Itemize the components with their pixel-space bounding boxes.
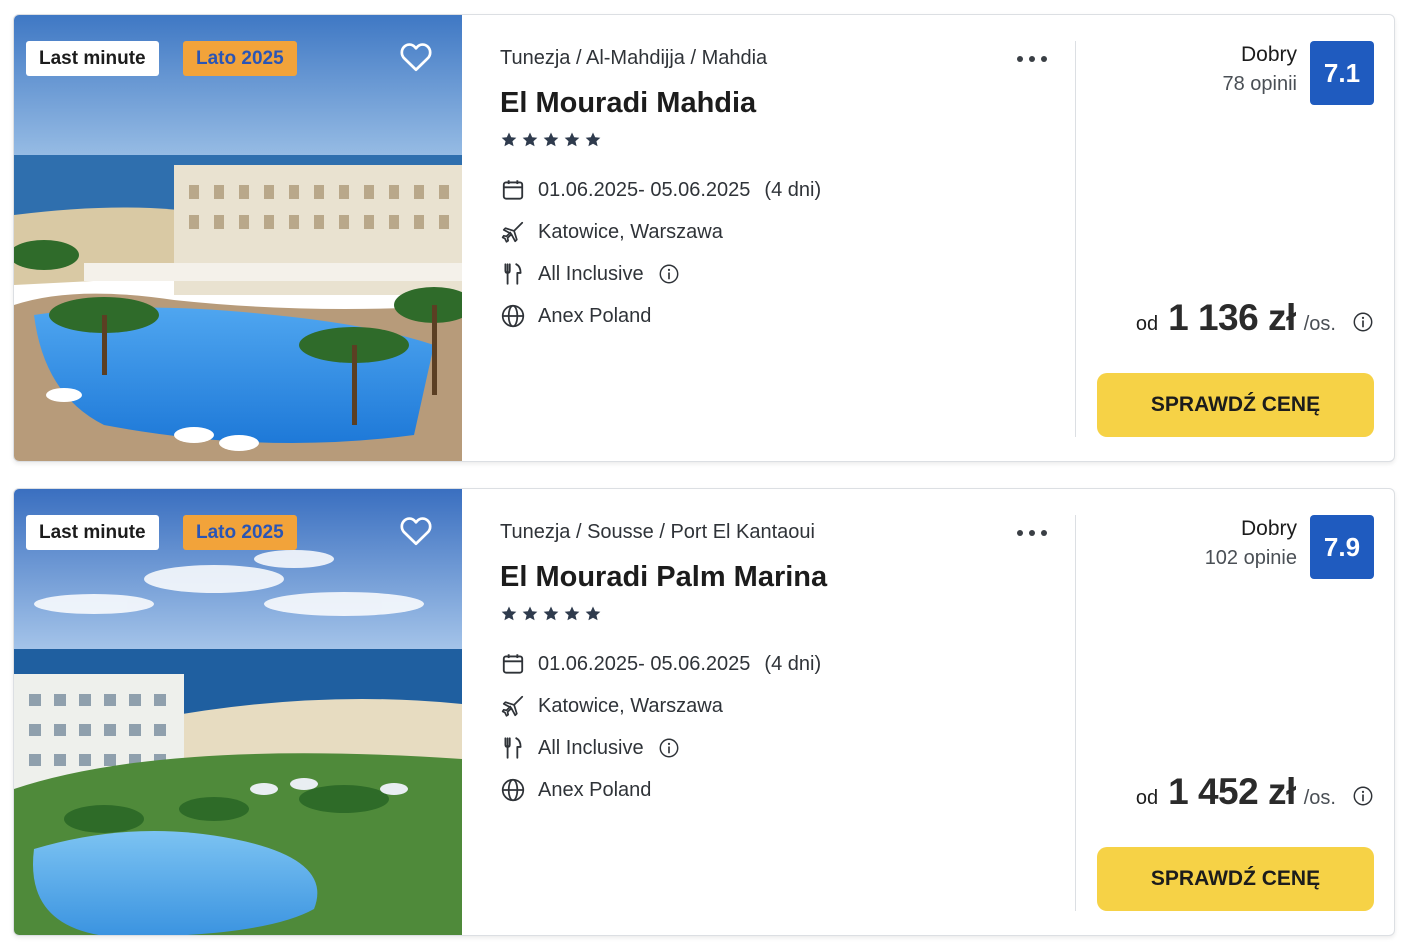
- star-icon: [543, 606, 559, 621]
- star-icon: [501, 606, 517, 621]
- cutlery-icon: [504, 263, 522, 285]
- dates-row: 01.06.2025- 05.06.2025 (4 dni): [500, 175, 821, 205]
- price-row: od 1 452 zł /os.: [1136, 771, 1374, 821]
- hotel-photo[interactable]: [14, 489, 462, 935]
- hotel-photo-image: [14, 489, 462, 935]
- price-value: 1 136 zł: [1168, 297, 1296, 338]
- board-row: All Inclusive: [500, 733, 680, 763]
- divider: [1075, 515, 1076, 911]
- price-value: 1 452 zł: [1168, 771, 1296, 812]
- price-prefix: od: [1135, 787, 1159, 809]
- star-rating: [500, 131, 602, 153]
- price-unit: /os.: [1303, 787, 1336, 809]
- rating-score: 7.9: [1310, 515, 1374, 579]
- info-icon[interactable]: [1352, 785, 1374, 807]
- globe-icon: [501, 778, 525, 802]
- more-options-icon[interactable]: [1014, 523, 1050, 543]
- tour-operator: Anex Poland: [538, 304, 652, 327]
- price-unit: /os.: [1303, 313, 1336, 335]
- board-type: All Inclusive: [538, 736, 644, 759]
- globe-icon: [501, 304, 525, 328]
- check-price-button[interactable]: SPRAWDŹ CENĘ: [1097, 847, 1374, 911]
- heart-icon[interactable]: [397, 513, 435, 549]
- heart-icon[interactable]: [397, 39, 435, 75]
- rating-label: Dobry: [1240, 43, 1297, 66]
- divider: [1075, 41, 1076, 437]
- reviews-count[interactable]: 78 opinii: [1222, 73, 1297, 96]
- price-prefix: od: [1135, 313, 1159, 335]
- season-badge: Lato 2025: [183, 515, 297, 550]
- hotel-name[interactable]: El Mouradi Mahdia: [500, 87, 756, 120]
- departure-cities: Katowice, Warszawa: [538, 220, 723, 243]
- season-badge: Lato 2025: [183, 41, 297, 76]
- location-breadcrumb[interactable]: Tunezja / Sousse / Port El Kantaoui: [500, 521, 815, 544]
- board-row: All Inclusive: [500, 259, 680, 289]
- star-icon: [501, 132, 517, 147]
- rating-label: Dobry: [1240, 517, 1297, 540]
- star-rating: [500, 605, 602, 627]
- operator-row: Anex Poland: [500, 301, 651, 331]
- trip-duration: (4 dni): [764, 178, 822, 201]
- offer-info: Tunezja / Sousse / Port El Kantaoui El M…: [500, 489, 1060, 935]
- info-icon[interactable]: [658, 737, 680, 759]
- price-row: od 1 136 zł /os.: [1136, 297, 1374, 347]
- tour-operator: Anex Poland: [538, 778, 652, 801]
- operator-row: Anex Poland: [500, 775, 651, 805]
- offer-info: Tunezja / Al-Mahdijja / Mahdia El Mourad…: [500, 15, 1060, 461]
- info-icon[interactable]: [1352, 311, 1374, 333]
- more-options-icon[interactable]: [1014, 49, 1050, 69]
- star-icon: [543, 132, 559, 147]
- reviews-count[interactable]: 102 opinie: [1205, 547, 1297, 570]
- hotel-name[interactable]: El Mouradi Palm Marina: [500, 561, 827, 594]
- last-minute-badge: Last minute: [26, 515, 159, 550]
- offer-card[interactable]: Last minute Lato 2025 Tunezja / Sousse /…: [13, 488, 1395, 936]
- star-icon: [585, 606, 601, 621]
- departure-row: Katowice, Warszawa: [500, 691, 723, 721]
- travel-dates: 01.06.2025- 05.06.2025: [538, 652, 751, 675]
- info-icon[interactable]: [658, 263, 680, 285]
- last-minute-badge: Last minute: [26, 41, 159, 76]
- star-icon: [522, 606, 538, 621]
- hotel-photo-image: [14, 15, 462, 461]
- check-price-button[interactable]: SPRAWDŹ CENĘ: [1097, 373, 1374, 437]
- location-breadcrumb[interactable]: Tunezja / Al-Mahdijja / Mahdia: [500, 47, 767, 70]
- star-icon: [564, 606, 580, 621]
- travel-dates: 01.06.2025- 05.06.2025: [538, 178, 751, 201]
- calendar-icon: [502, 654, 524, 674]
- star-icon: [585, 132, 601, 147]
- dates-row: 01.06.2025- 05.06.2025 (4 dni): [500, 649, 821, 679]
- calendar-icon: [502, 180, 524, 200]
- plane-icon: [501, 221, 524, 243]
- star-icon: [522, 132, 538, 147]
- board-type: All Inclusive: [538, 262, 644, 285]
- trip-duration: (4 dni): [764, 652, 822, 675]
- star-icon: [564, 132, 580, 147]
- hotel-photo[interactable]: [14, 15, 462, 461]
- cutlery-icon: [504, 737, 522, 759]
- plane-icon: [501, 695, 524, 717]
- departure-row: Katowice, Warszawa: [500, 217, 723, 247]
- rating-score: 7.1: [1310, 41, 1374, 105]
- departure-cities: Katowice, Warszawa: [538, 694, 723, 717]
- offer-card[interactable]: Last minute Lato 2025 Tunezja / Al-Mahdi…: [13, 14, 1395, 462]
